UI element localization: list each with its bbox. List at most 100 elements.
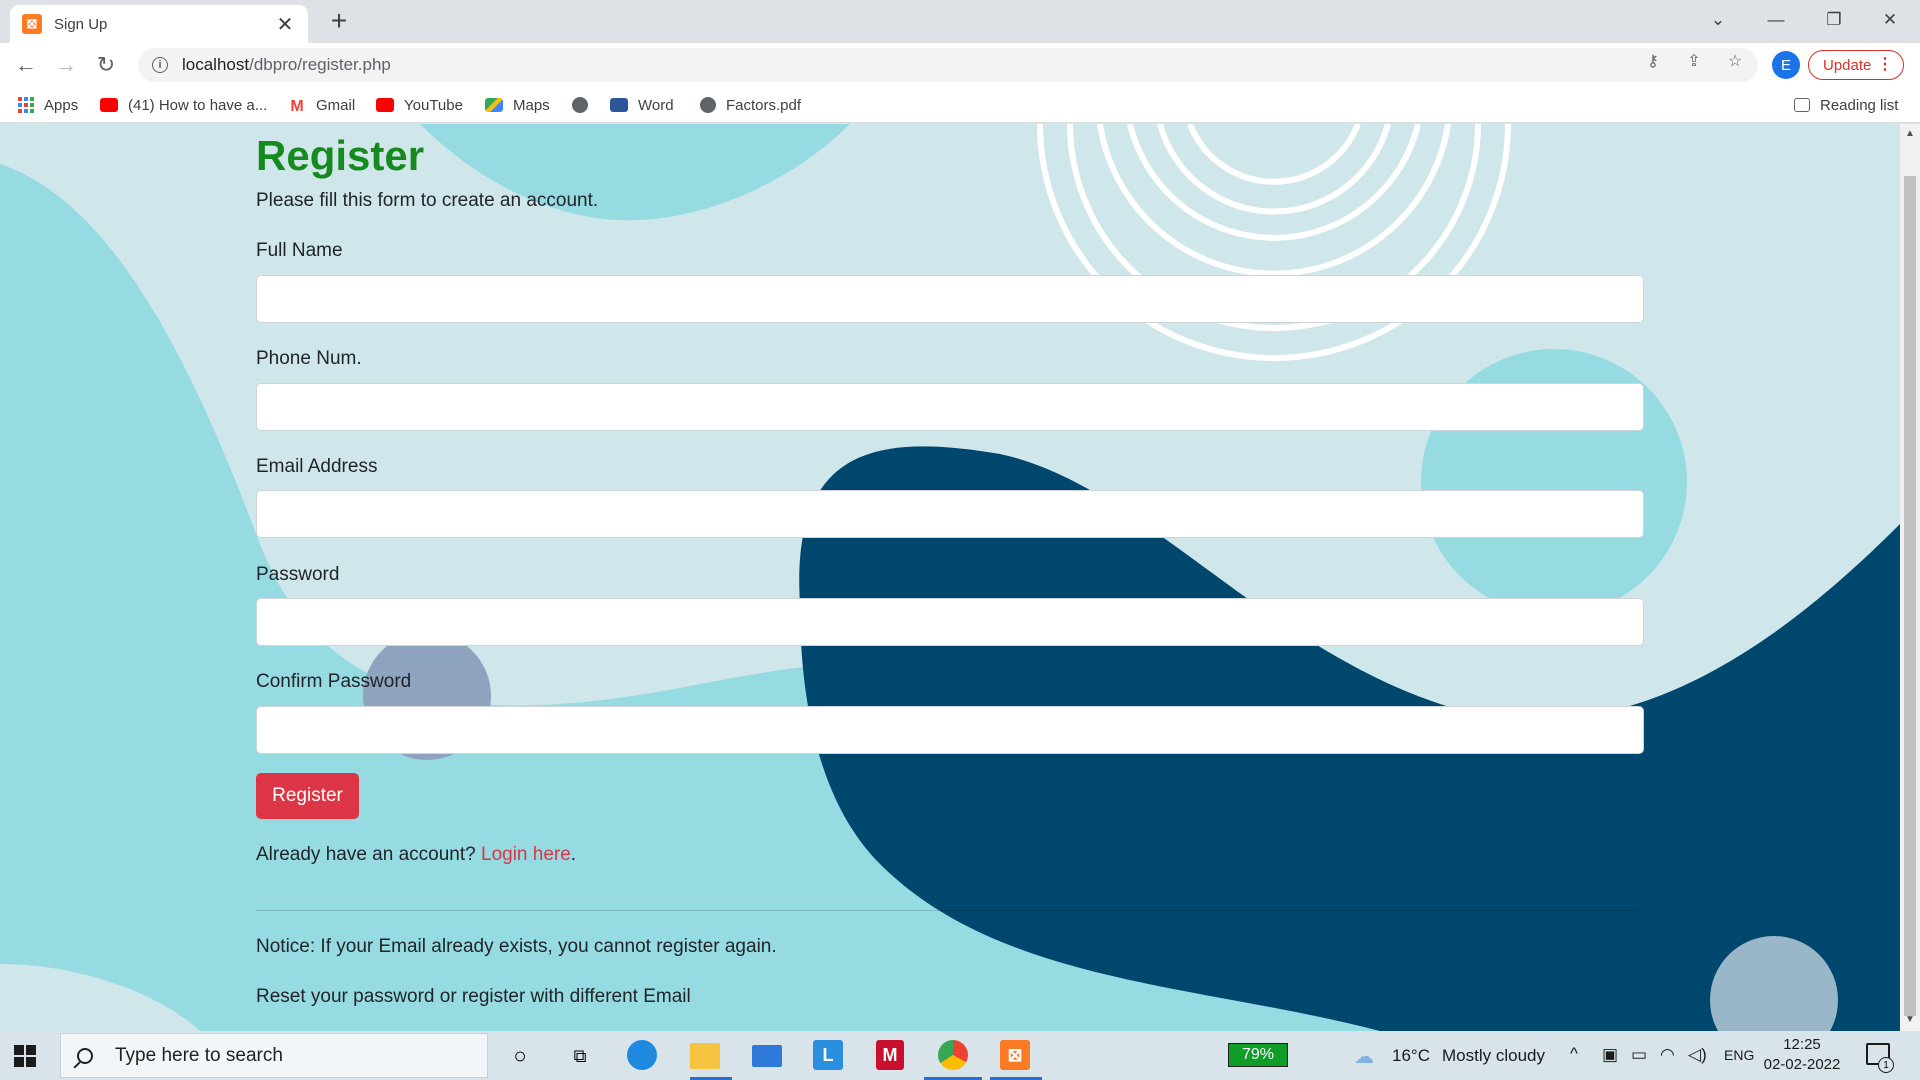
new-tab-button[interactable]: + (324, 6, 354, 36)
globe-icon (572, 97, 588, 113)
xampp-favicon-icon: ⊠ (22, 14, 42, 34)
battery-icon[interactable]: ▭ (1631, 1045, 1647, 1065)
url-host: localhost (182, 55, 250, 74)
windows-start-icon[interactable] (14, 1045, 36, 1067)
cortana-icon[interactable]: ○ (504, 1040, 536, 1072)
phone-input[interactable] (256, 383, 1644, 431)
form-divider (256, 910, 1644, 911)
account-prompt-line: Already have an account? Login here. (256, 844, 576, 866)
back-button[interactable]: ← (10, 49, 42, 81)
site-info-icon[interactable]: i (152, 57, 168, 73)
minimize-button[interactable]: — (1748, 0, 1804, 40)
page-scrollbar[interactable]: ▲ ▼ (1900, 124, 1920, 1031)
mcafee-icon[interactable]: M (876, 1040, 904, 1070)
taskbar-clock[interactable]: 12:25 02-02-2022 (1762, 1035, 1842, 1075)
password-input[interactable] (256, 598, 1644, 646)
weather-temp[interactable]: 16°C (1392, 1046, 1430, 1066)
login-suffix: . (570, 844, 577, 865)
bookmark-label: Word (638, 96, 674, 114)
password-label: Password (256, 564, 340, 585)
reading-list-icon (1794, 98, 1810, 112)
bookmark-label: YouTube (404, 96, 463, 114)
file-explorer-icon[interactable] (690, 1043, 720, 1069)
scroll-down-arrow-icon[interactable]: ▼ (1905, 1014, 1915, 1025)
bookmark-globe[interactable] (572, 95, 598, 115)
phone-label: Phone Num. (256, 348, 362, 369)
apps-icon (18, 97, 34, 113)
bookmark-label: Apps (44, 96, 79, 114)
confirm-password-input[interactable] (256, 706, 1644, 754)
form-subtitle: Please fill this form to create an accou… (256, 190, 599, 211)
close-window-button[interactable]: ✕ (1862, 0, 1918, 40)
tray-chevron-icon[interactable]: ^ (1570, 1044, 1578, 1064)
mail-icon[interactable] (752, 1045, 782, 1067)
bookmark-maps[interactable]: Maps (485, 95, 550, 115)
login-link[interactable]: Login here (481, 844, 571, 865)
notice-text: Notice: If your Email already exists, yo… (256, 936, 777, 957)
battery-meter[interactable]: 79% (1228, 1043, 1288, 1067)
bookmark-word[interactable]: Word (610, 95, 674, 115)
task-view-icon[interactable]: ⧉ (564, 1040, 596, 1072)
email-label: Email Address (256, 456, 378, 477)
url-text: localhost/dbpro/register.php (182, 55, 391, 75)
bookmark-youtube-video[interactable]: (41) How to have a... (100, 95, 267, 115)
bookmark-label: (41) How to have a... (128, 96, 268, 114)
full-name-label: Full Name (256, 240, 343, 261)
notification-badge: 1 (1878, 1057, 1894, 1073)
bookmark-star-icon[interactable]: ☆ (1724, 51, 1746, 71)
page-viewport: Register Please fill this form to create… (0, 124, 1900, 1031)
bookmark-label: Maps (513, 96, 550, 114)
tab-search-icon[interactable]: ⌄ (1690, 0, 1746, 40)
globe-icon (700, 97, 716, 113)
word-icon (610, 98, 628, 112)
clock-time: 12:25 (1783, 1036, 1821, 1053)
weather-desc[interactable]: Mostly cloudy (1442, 1046, 1545, 1066)
reload-button[interactable]: ↻ (90, 49, 122, 81)
bookmarks-bar: Apps (41) How to have a... M Gmail YouTu… (0, 87, 1920, 123)
l-app-icon[interactable]: L (813, 1040, 843, 1070)
bookmark-factors-pdf[interactable]: Factors.pdf (700, 95, 801, 115)
profile-avatar[interactable]: E (1772, 51, 1800, 79)
page-title: Register (256, 132, 425, 179)
taskbar-search-placeholder: Type here to search (115, 1044, 283, 1066)
menu-dots-icon[interactable]: ⋮ (1877, 54, 1893, 74)
key-icon[interactable]: ⚷ (1642, 51, 1664, 71)
forward-button[interactable]: → (50, 49, 82, 81)
browser-toolbar: ← → ↻ i localhost/dbpro/register.php ⚷ ⇪… (0, 43, 1920, 87)
register-button[interactable]: Register (256, 773, 359, 819)
scrollbar-thumb[interactable] (1904, 176, 1916, 1016)
clock-date: 02-02-2022 (1763, 1056, 1841, 1073)
windows-taskbar: Type here to search ○ ⧉ L M ⊠ 79% ☁ 16°C… (0, 1031, 1920, 1080)
wifi-icon[interactable]: ◠ (1660, 1045, 1675, 1065)
bookmark-apps[interactable]: Apps (18, 95, 78, 115)
reading-list-button[interactable]: Reading list (1794, 95, 1898, 115)
confirm-password-label: Confirm Password (256, 671, 412, 692)
browser-tab[interactable]: ⊠ Sign Up ✕ (10, 5, 308, 43)
xampp-icon[interactable]: ⊠ (1000, 1040, 1030, 1070)
bookmark-label: Factors.pdf (726, 96, 802, 114)
youtube-icon (100, 98, 118, 112)
update-button[interactable]: Update ⋮ (1808, 50, 1904, 80)
bookmark-youtube[interactable]: YouTube (376, 95, 463, 115)
weather-cloud-icon[interactable]: ☁ (1354, 1044, 1374, 1069)
full-name-input[interactable] (256, 275, 1644, 323)
taskbar-search[interactable]: Type here to search (60, 1033, 488, 1078)
bookmark-gmail[interactable]: M Gmail (288, 95, 355, 116)
url-path: /dbpro/register.php (249, 55, 391, 74)
language-indicator[interactable]: ENG (1724, 1047, 1754, 1063)
tab-close-icon[interactable]: ✕ (274, 12, 296, 37)
meet-now-icon[interactable]: ▣ (1602, 1045, 1618, 1065)
maps-icon (485, 98, 503, 112)
reset-text: Reset your password or register with dif… (256, 986, 691, 1007)
volume-icon[interactable]: ◁) (1688, 1045, 1707, 1065)
gmail-icon: M (290, 98, 304, 115)
email-input[interactable] (256, 490, 1644, 538)
scroll-up-arrow-icon[interactable]: ▲ (1905, 128, 1915, 139)
edge-icon[interactable] (627, 1040, 657, 1070)
account-prompt-text: Already have an account? (256, 844, 476, 865)
address-bar[interactable]: i localhost/dbpro/register.php (138, 48, 1758, 82)
share-icon[interactable]: ⇪ (1683, 51, 1705, 71)
chrome-icon[interactable] (938, 1040, 968, 1070)
search-icon (77, 1047, 93, 1064)
restore-button[interactable]: ❐ (1806, 0, 1862, 40)
